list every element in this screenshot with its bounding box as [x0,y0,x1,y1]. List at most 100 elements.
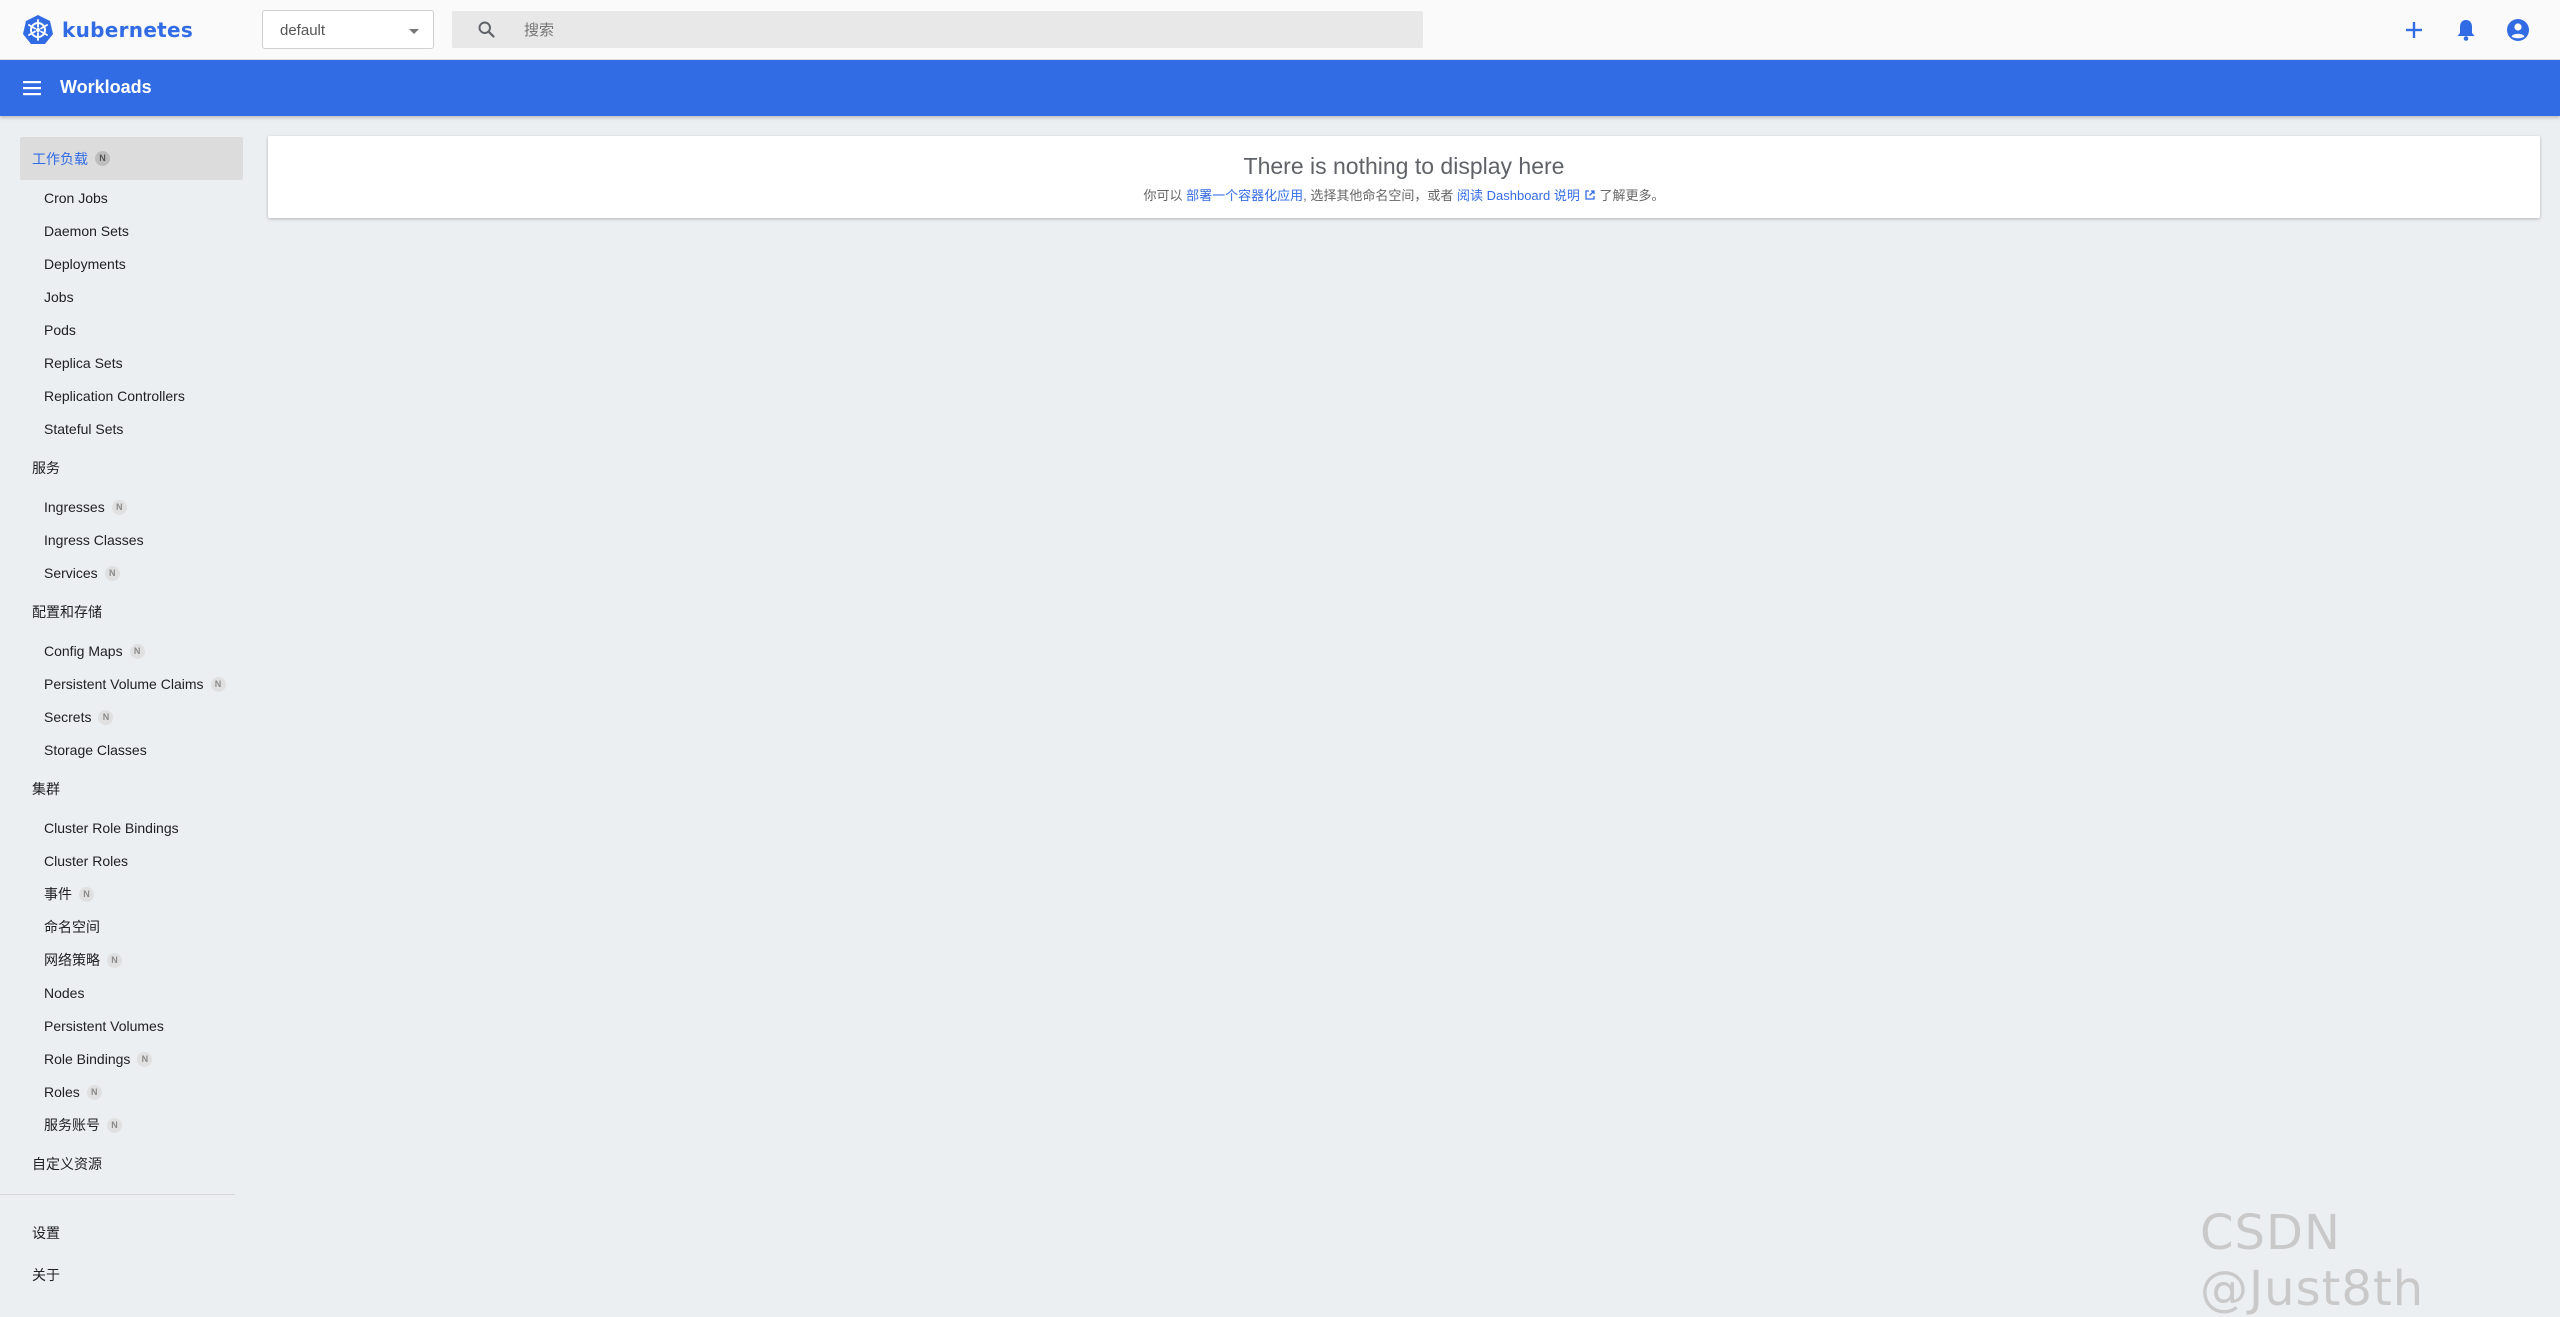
sidebar-item-label: Jobs [44,289,74,305]
sidebar-item-role-bindings[interactable]: Role Bindings N [44,1050,153,1068]
watermark: CSDN @Just8th [2200,1205,2425,1317]
sidebar-item-label: 关于 [32,1267,60,1283]
sidebar-item-label: Pods [44,322,76,338]
sidebar-section-service[interactable]: 服务 [32,459,60,477]
sidebar-item-label: Roles [44,1084,80,1100]
sidebar-item-label: 命名空间 [44,919,100,935]
sidebar-item-config-maps[interactable]: Config Maps N [44,642,145,660]
brand-name: kubernetes [62,18,194,42]
sidebar-item-deployments[interactable]: Deployments [44,255,126,273]
sidebar-item-label: Daemon Sets [44,223,129,239]
namespaced-badge: N [107,952,122,968]
empty-state-text-post: 了解更多。 [1595,188,1665,203]
sidebar-item-cron-jobs[interactable]: Cron Jobs [44,189,108,207]
namespaced-badge: N [95,151,110,166]
sidebar-item-label: Persistent Volume Claims [44,676,204,692]
sidebar-item-replica-sets[interactable]: Replica Sets [44,354,123,372]
sidebar-section-config-storage[interactable]: 配置和存储 [32,603,102,621]
bell-icon [2457,20,2475,41]
kubernetes-helm-icon [23,15,53,44]
sidebar-section-custom-resources[interactable]: 自定义资源 [32,1155,102,1173]
search-input[interactable] [522,17,1406,43]
sidebar-item-persistent-volume-claims[interactable]: Persistent Volume Claims N [44,675,226,693]
notifications-button[interactable] [2452,16,2480,44]
namespaced-badge: N [210,676,226,692]
sidebar-item-stateful-sets[interactable]: Stateful Sets [44,420,123,438]
sidebar-item-daemon-sets[interactable]: Daemon Sets [44,222,129,240]
sidebar-item-secrets[interactable]: Secrets N [44,708,114,726]
namespace-select[interactable]: default [262,10,434,49]
namespaced-badge: N [104,565,120,581]
sidebar-item-services[interactable]: Services N [44,564,120,582]
sidebar-item-label: Ingresses [44,499,105,515]
namespaced-badge: N [107,1117,122,1133]
deploy-app-link[interactable]: 部署一个容器化应用 [1186,188,1303,203]
create-button[interactable] [2400,16,2428,44]
empty-state-title: There is nothing to display here [1243,153,1565,179]
sidebar-section-cluster[interactable]: 集群 [32,780,60,798]
sidebar-item-persistent-volumes[interactable]: Persistent Volumes [44,1017,164,1035]
sidebar-item-pods[interactable]: Pods [44,321,76,339]
empty-state-message: 你可以 部署一个容器化应用, 选择其他命名空间，或者 阅读 Dashboard … [268,185,2540,204]
sidebar-item-label: Cluster Roles [44,853,129,869]
sidebar-item-ingress-classes[interactable]: Ingress Classes [44,531,144,549]
account-circle-icon [2507,19,2529,41]
sidebar-item-storage-classes[interactable]: Storage Classes [44,741,147,759]
sidebar-item-ingresses[interactable]: Ingresses N [44,498,127,516]
sidebar-item-label: Services [44,565,98,581]
dashboard-docs-link-label: 阅读 Dashboard 说明 [1457,188,1580,203]
sidebar-item-label: Replica Sets [44,355,123,371]
dashboard-docs-link[interactable]: 阅读 Dashboard 说明 [1457,188,1596,203]
sidebar-item-label: 事件 [44,886,72,902]
kubernetes-logo[interactable]: kubernetes [22,14,193,46]
sidebar-item-label: Cron Jobs [44,190,108,206]
namespace-value: default [280,22,326,39]
open-in-new-icon [1585,190,1595,200]
sidebar-item-network-policies[interactable]: 网络策略 N [44,951,122,969]
sidebar-item-label: 网络策略 [44,952,100,968]
namespaced-badge: N [137,1051,153,1067]
sidebar-item-label: Nodes [44,985,85,1001]
sidebar-item-label: Persistent Volumes [44,1018,164,1034]
sidebar-item-label: Storage Classes [44,742,147,758]
sidebar-item-label: Ingress Classes [44,532,144,548]
sidebar-item-events[interactable]: 事件 N [44,885,94,903]
sidebar-item-nodes[interactable]: Nodes [44,984,84,1002]
sidebar-item-label: 设置 [32,1225,60,1241]
sidebar-section-label: 自定义资源 [32,1156,102,1172]
search-bar[interactable] [452,11,1423,48]
empty-state-text-pre: 你可以 [1143,188,1187,203]
search-icon [478,21,495,38]
plus-icon [2406,22,2422,38]
sidebar-item-label: Role Bindings [44,1051,131,1067]
namespaced-badge: N [111,499,127,515]
sidebar-item-replication-controllers[interactable]: Replication Controllers [44,387,185,405]
sidebar-item-label: Config Maps [44,643,123,659]
dropdown-caret-icon [409,29,419,34]
sidebar-item-service-accounts[interactable]: 服务账号 N [44,1116,122,1134]
sidebar-section-label: 集群 [32,781,60,797]
sidebar-divider [0,1194,235,1195]
sidebar-item-cluster-roles[interactable]: Cluster Roles [44,852,128,870]
sidebar-section-label: 服务 [32,460,60,476]
empty-state-card: There is nothing to display here 你可以 部署一… [268,136,2540,218]
menu-toggle-button[interactable] [20,76,44,100]
sidebar-item-cluster-role-bindings[interactable]: Cluster Role Bindings [44,819,179,837]
user-account-button[interactable] [2504,16,2532,44]
namespaced-badge: N [86,1084,102,1100]
sidebar-item-about[interactable]: 关于 [32,1266,60,1284]
sidebar-item-roles[interactable]: Roles N [44,1083,102,1101]
sidebar-item-settings[interactable]: 设置 [32,1224,60,1242]
page-title-bar: Workloads [0,60,2560,116]
namespaced-badge: N [79,886,94,902]
top-bar: kubernetes default [0,0,2560,60]
empty-state-text-mid: , 选择其他命名空间，或者 [1303,188,1458,203]
sidebar-item-label: Secrets [44,709,92,725]
sidebar-item-jobs[interactable]: Jobs [44,288,74,306]
sidebar-item-label: 服务账号 [44,1117,100,1133]
sidebar-item-label: Deployments [44,256,126,272]
sidebar-item-label: Cluster Role Bindings [44,820,179,836]
hamburger-menu-icon [23,81,41,96]
sidebar-item-namespaces[interactable]: 命名空间 [44,918,100,936]
sidebar-section-workloads[interactable]: 工作负载 N [20,137,243,180]
